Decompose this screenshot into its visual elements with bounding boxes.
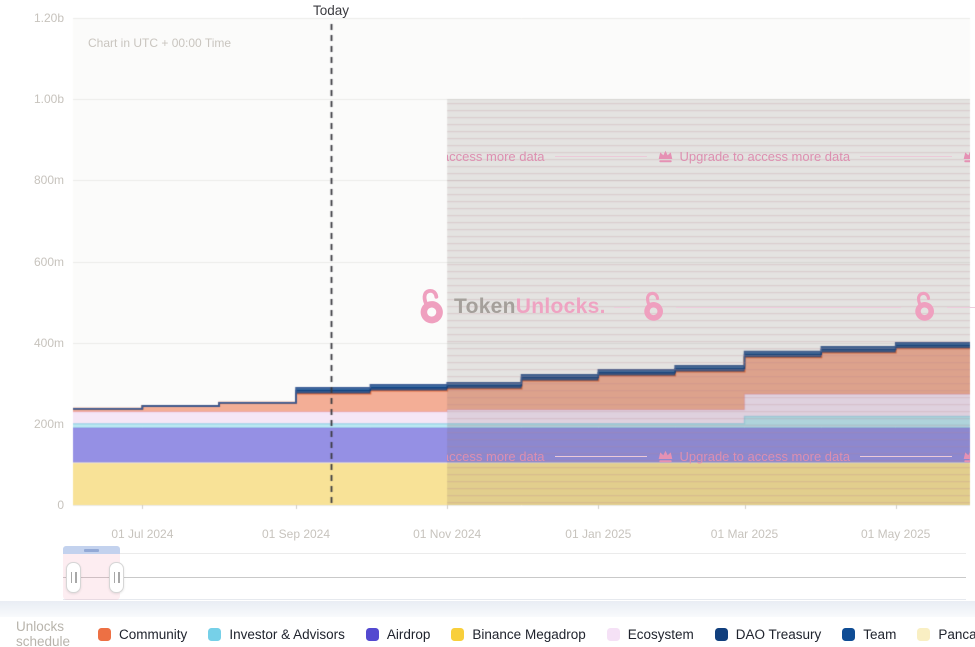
watermark-unlocks-text: Unlocks. bbox=[516, 295, 606, 318]
y-axis-tick-label: 400m bbox=[2, 336, 64, 350]
legend-item-community[interactable]: Community bbox=[98, 627, 187, 642]
upgrade-dash-line bbox=[555, 156, 647, 157]
legend-item-label: Investor & Advisors bbox=[229, 627, 345, 642]
navigator-track[interactable] bbox=[63, 577, 966, 578]
crown-icon bbox=[962, 449, 970, 464]
watermark-token-text: Token bbox=[454, 295, 516, 318]
watermark-dash-line bbox=[676, 307, 901, 308]
watermark-dash-line bbox=[614, 307, 630, 308]
legend-item-label: Community bbox=[119, 627, 187, 642]
legend-items: Community Investor & Advisors Airdrop Binan… bbox=[98, 627, 975, 642]
x-axis-tick-label: 01 Mar 2025 bbox=[695, 527, 795, 541]
y-axis-tick-label: 600m bbox=[2, 255, 64, 269]
y-axis-tick-label: 0 bbox=[2, 498, 64, 512]
legend-item-label: Airdrop bbox=[387, 627, 431, 642]
crown-icon bbox=[657, 449, 674, 464]
x-axis-tick-label: 01 May 2025 bbox=[846, 527, 946, 541]
legend-swatch-icon bbox=[451, 628, 464, 641]
y-axis-tick-label: 1.20b bbox=[2, 11, 64, 25]
open-lock-icon bbox=[907, 289, 941, 325]
legend-item-label: Binance Megadrop bbox=[472, 627, 585, 642]
crown-icon bbox=[657, 149, 674, 164]
legend-swatch-icon bbox=[366, 628, 379, 641]
legend-item-investor-advisors[interactable]: Investor & Advisors bbox=[208, 627, 345, 642]
legend-swatch-icon bbox=[842, 628, 855, 641]
chart-legend: Unlocks schedule Community Investor & Adv… bbox=[16, 622, 966, 646]
drag-grip-icon bbox=[84, 549, 99, 552]
upgrade-cta[interactable]: Upgrade to access more data bbox=[447, 149, 657, 164]
watermark-dash-line bbox=[947, 307, 975, 308]
legend-item-label: Team bbox=[863, 627, 896, 642]
legend-swatch-icon bbox=[607, 628, 620, 641]
legend-swatch-icon bbox=[917, 628, 930, 641]
upgrade-dash-line bbox=[555, 456, 647, 457]
legend-item-ecosystem[interactable]: Ecosystem bbox=[607, 627, 694, 642]
legend-item-airdrop[interactable]: Airdrop bbox=[366, 627, 431, 642]
y-axis-tick-label: 200m bbox=[2, 417, 64, 431]
watermark-row: TokenUnlocks. bbox=[413, 285, 975, 329]
panel-bottom-edge bbox=[0, 601, 975, 617]
legend-title: Unlocks schedule bbox=[16, 619, 70, 647]
upgrade-cta-text: Upgrade to access more data bbox=[447, 449, 545, 464]
y-axis-tick-label: 1.00b bbox=[2, 92, 64, 106]
timezone-note: Chart in UTC + 00:00 Time bbox=[88, 36, 231, 50]
legend-item-pancakeswap-ifo[interactable]: Pancakeswap IFO bbox=[917, 627, 975, 642]
navigator-handle-left[interactable] bbox=[66, 562, 81, 593]
legend-swatch-icon bbox=[715, 628, 728, 641]
legend-item-team[interactable]: Team bbox=[842, 627, 896, 642]
upgrade-row-bottom: Upgrade to access more data Upgrade to ac… bbox=[447, 446, 970, 466]
today-marker-label: Today bbox=[296, 3, 366, 18]
legend-item-label: DAO Treasury bbox=[736, 627, 822, 642]
x-axis-tick-label: 01 Sep 2024 bbox=[246, 527, 346, 541]
upgrade-dash-line bbox=[860, 156, 952, 157]
token-unlocks-page: Today Chart in UTC + 00:00 Time 0 200m 400… bbox=[0, 0, 975, 647]
legend-swatch-icon bbox=[98, 628, 111, 641]
upgrade-row-top: Upgrade to access more data Upgrade to ac… bbox=[447, 146, 970, 166]
upgrade-cta[interactable]: Upgrade to access more data bbox=[657, 449, 963, 464]
x-axis-tick-label: 01 Nov 2024 bbox=[397, 527, 497, 541]
legend-item-label: Pancakeswap IFO bbox=[938, 627, 975, 642]
open-lock-icon bbox=[636, 289, 670, 325]
navigator-drag-bar[interactable] bbox=[63, 546, 120, 554]
legend-item-label: Ecosystem bbox=[628, 627, 694, 642]
crown-icon bbox=[962, 149, 970, 164]
open-lock-icon bbox=[413, 286, 451, 329]
upgrade-cta[interactable]: Upgrade to access more data bbox=[657, 149, 963, 164]
upgrade-cta-text: Upgrade to access more data bbox=[447, 149, 545, 164]
upgrade-cta[interactable]: Upgrade to access more data bbox=[962, 149, 970, 164]
upgrade-cta[interactable]: Upgrade to access more data bbox=[447, 449, 657, 464]
x-axis-tick-label: 01 Jul 2024 bbox=[92, 527, 192, 541]
upgrade-cta-text: Upgrade to access more data bbox=[680, 149, 851, 164]
legend-item-binance-megadrop[interactable]: Binance Megadrop bbox=[451, 627, 585, 642]
upgrade-cta-text: Upgrade to access more data bbox=[680, 449, 851, 464]
legend-swatch-icon bbox=[208, 628, 221, 641]
y-axis-tick-label: 800m bbox=[2, 173, 64, 187]
legend-item-dao-treasury[interactable]: DAO Treasury bbox=[715, 627, 822, 642]
navigator-handle-right[interactable] bbox=[109, 562, 124, 593]
x-axis-tick-label: 01 Jan 2025 bbox=[548, 527, 648, 541]
upgrade-cta[interactable]: Upgrade to access more data bbox=[962, 449, 970, 464]
upgrade-dash-line bbox=[860, 456, 952, 457]
watermark-brand: TokenUnlocks. bbox=[454, 295, 606, 319]
